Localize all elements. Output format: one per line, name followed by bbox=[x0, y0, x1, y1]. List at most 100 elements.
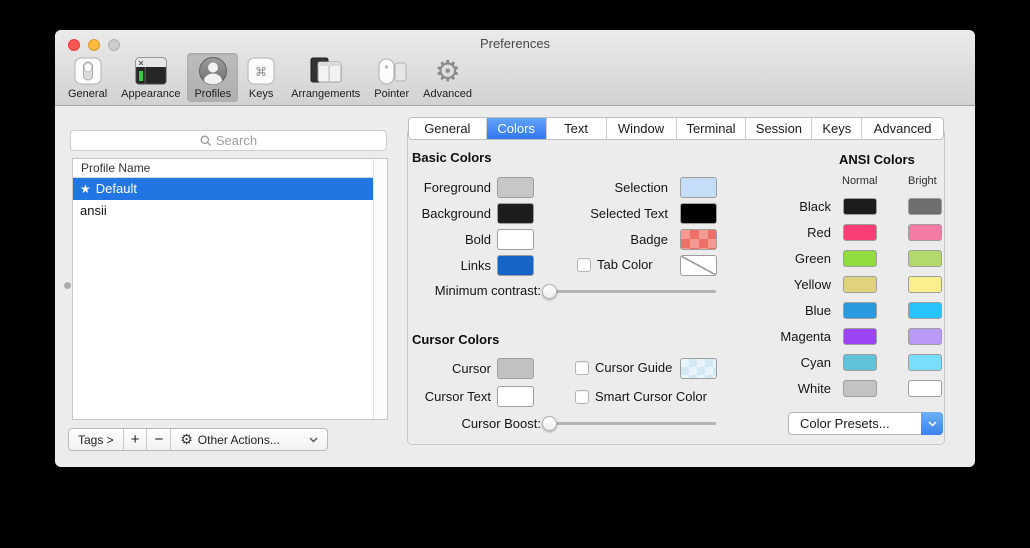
toolbar-item-appearance[interactable]: Appearance bbox=[114, 53, 187, 102]
ansi-bright-header: Bright bbox=[908, 175, 937, 187]
ansi-normal-header: Normal bbox=[842, 175, 877, 187]
tab-session[interactable]: Session bbox=[746, 118, 812, 139]
tab-window[interactable]: Window bbox=[607, 118, 677, 139]
bold-color-well[interactable] bbox=[497, 229, 534, 250]
selected-text-color-well[interactable] bbox=[680, 203, 717, 224]
appearance-window-icon bbox=[131, 56, 171, 87]
tags-button[interactable]: Tags > bbox=[69, 429, 124, 450]
search-placeholder: Search bbox=[216, 133, 257, 148]
gear-icon: ⚙ bbox=[180, 432, 193, 448]
profile-row-ansii[interactable]: ansii bbox=[73, 200, 374, 222]
cursor-label: Cursor bbox=[361, 358, 491, 379]
tab-terminal[interactable]: Terminal bbox=[677, 118, 747, 139]
toolbar-item-advanced[interactable]: ⚙ Advanced bbox=[416, 53, 479, 102]
profile-name: ansii bbox=[80, 203, 107, 218]
chevron-down-icon bbox=[928, 421, 937, 427]
badge-label: Badge bbox=[538, 229, 668, 250]
background-label: Background bbox=[361, 203, 491, 224]
basic-colors-title: Basic Colors bbox=[412, 150, 491, 165]
links-label: Links bbox=[361, 255, 491, 276]
chevron-down-icon bbox=[309, 437, 318, 443]
ansi-green-normal-well[interactable] bbox=[843, 250, 877, 267]
profile-list-scrollbar[interactable] bbox=[373, 159, 387, 419]
smart-cursor-color-checkbox[interactable] bbox=[575, 390, 589, 404]
background-color-well[interactable] bbox=[497, 203, 534, 224]
bold-label: Bold bbox=[361, 229, 491, 250]
ansi-yellow-normal-well[interactable] bbox=[843, 276, 877, 293]
tab-color-well[interactable] bbox=[680, 255, 717, 276]
cursor-color-well[interactable] bbox=[497, 358, 534, 379]
ansi-cyan-label: Cyan bbox=[731, 354, 831, 371]
slider-knob[interactable] bbox=[542, 416, 557, 431]
slider-track[interactable] bbox=[545, 290, 716, 293]
ansi-colors-title: ANSI Colors bbox=[839, 152, 915, 167]
ansi-black-normal-well[interactable] bbox=[843, 198, 877, 215]
preferences-window: Preferences General bbox=[55, 30, 975, 467]
ansi-magenta-bright-well[interactable] bbox=[908, 328, 942, 345]
star-icon: ★ bbox=[80, 182, 91, 196]
title-bar: Preferences General bbox=[55, 30, 975, 106]
remove-profile-button[interactable]: − bbox=[147, 429, 171, 450]
cursor-guide-checkbox[interactable] bbox=[575, 361, 589, 375]
arrangements-windows-icon bbox=[307, 56, 345, 87]
ansi-black-bright-well[interactable] bbox=[908, 198, 942, 215]
window-title: Preferences bbox=[55, 36, 975, 51]
badge-color-well[interactable] bbox=[680, 229, 717, 250]
profile-list: Profile Name ★ Default ansii bbox=[72, 158, 388, 420]
tab-color-checkbox[interactable] bbox=[577, 258, 591, 272]
toolbar-item-arrangements[interactable]: Arrangements bbox=[284, 53, 367, 102]
ansi-red-label: Red bbox=[731, 224, 831, 241]
other-actions-dropdown[interactable]: ⚙ Other Actions... bbox=[171, 429, 327, 450]
settings-tabbar: General Colors Text Window Terminal Sess… bbox=[408, 117, 944, 140]
smart-cursor-color-label: Smart Cursor Color bbox=[595, 389, 707, 405]
add-profile-button[interactable]: + bbox=[124, 429, 148, 450]
toolbar-item-profiles[interactable]: Profiles bbox=[187, 53, 238, 102]
toolbar-item-keys[interactable]: ⌘ Keys bbox=[238, 53, 284, 102]
links-color-well[interactable] bbox=[497, 255, 534, 276]
minimum-contrast-label: Minimum contrast: bbox=[391, 283, 541, 299]
profile-list-header: Profile Name bbox=[73, 159, 387, 178]
tab-advanced[interactable]: Advanced bbox=[862, 118, 943, 139]
foreground-color-well[interactable] bbox=[497, 177, 534, 198]
search-input[interactable]: Search bbox=[70, 130, 387, 151]
cursor-text-label: Cursor Text bbox=[361, 386, 491, 407]
svg-text:⌘: ⌘ bbox=[255, 65, 267, 79]
mouse-pointer-icon bbox=[375, 56, 409, 87]
ansi-blue-label: Blue bbox=[731, 302, 831, 319]
ansi-black-label: Black bbox=[731, 198, 831, 215]
foreground-label: Foreground bbox=[361, 177, 491, 198]
ansi-cyan-normal-well[interactable] bbox=[843, 354, 877, 371]
toggle-switch-icon bbox=[70, 56, 106, 87]
ansi-magenta-normal-well[interactable] bbox=[843, 328, 877, 345]
ansi-blue-bright-well[interactable] bbox=[908, 302, 942, 319]
tab-text[interactable]: Text bbox=[547, 118, 607, 139]
slider-knob[interactable] bbox=[542, 284, 557, 299]
tab-keys[interactable]: Keys bbox=[812, 118, 862, 139]
toolbar-item-pointer[interactable]: Pointer bbox=[367, 53, 416, 102]
ansi-white-bright-well[interactable] bbox=[908, 380, 942, 397]
ansi-green-bright-well[interactable] bbox=[908, 250, 942, 267]
profile-name: Default bbox=[96, 181, 137, 196]
ansi-red-bright-well[interactable] bbox=[908, 224, 942, 241]
cursor-guide-color-well[interactable] bbox=[680, 358, 717, 379]
slider-track[interactable] bbox=[545, 422, 716, 425]
toolbar-item-general[interactable]: General bbox=[61, 53, 114, 102]
ansi-blue-normal-well[interactable] bbox=[843, 302, 877, 319]
ansi-yellow-bright-well[interactable] bbox=[908, 276, 942, 293]
dropdown-arrow-button[interactable] bbox=[921, 412, 943, 435]
selection-color-well[interactable] bbox=[680, 177, 717, 198]
ansi-green-label: Green bbox=[731, 250, 831, 267]
gear-icon: ⚙ bbox=[435, 56, 461, 87]
color-presets-dropdown[interactable]: Color Presets... bbox=[788, 412, 943, 435]
profile-actions-group: Tags > + − ⚙ Other Actions... bbox=[68, 428, 328, 451]
cursor-text-color-well[interactable] bbox=[497, 386, 534, 407]
ansi-red-normal-well[interactable] bbox=[843, 224, 877, 241]
preferences-toolbar: General Appearance bbox=[61, 53, 479, 102]
profile-row-default[interactable]: ★ Default bbox=[73, 178, 374, 200]
tab-general[interactable]: General bbox=[409, 118, 487, 139]
tab-colors[interactable]: Colors bbox=[487, 118, 547, 139]
ansi-yellow-label: Yellow bbox=[731, 276, 831, 293]
ansi-white-normal-well[interactable] bbox=[843, 380, 877, 397]
command-key-icon: ⌘ bbox=[245, 56, 277, 87]
ansi-cyan-bright-well[interactable] bbox=[908, 354, 942, 371]
